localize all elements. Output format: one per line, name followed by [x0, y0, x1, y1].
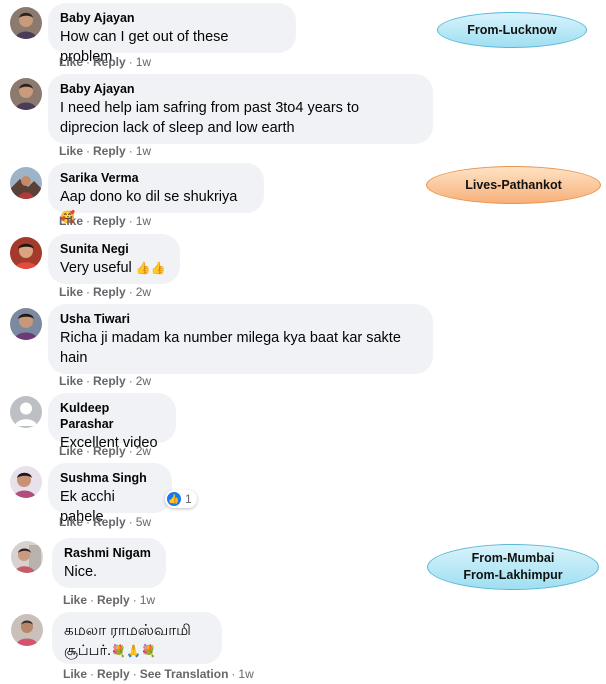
tag-label: From-Mumbai [471, 551, 555, 565]
reply-link[interactable]: Reply [93, 285, 126, 299]
comment-actions: Like · Reply · 1w [59, 214, 152, 228]
comment-text: Nice. [64, 564, 98, 580]
comment-bubble: Sarika Verma Aap dono ko dil se shukriya… [48, 163, 264, 224]
tag-label: From-Lakhimpur [463, 568, 563, 582]
thumbs-up-emoji: 👍👍 [135, 261, 166, 275]
timestamp[interactable]: 5w [136, 515, 151, 529]
commenter-name[interactable]: Rashmi Nigam [64, 545, 154, 561]
comment-text: Aap dono ko dil se shukriya [60, 189, 238, 205]
avatar[interactable] [10, 308, 42, 340]
commenter-name[interactable]: Sarika Verma [60, 170, 252, 186]
comment-text: I need help iam safring from past 3to4 y… [60, 100, 360, 136]
like-link[interactable]: Like [59, 444, 83, 458]
like-link[interactable]: Like [63, 593, 87, 607]
like-link[interactable]: Like [59, 285, 83, 299]
avatar[interactable] [10, 78, 42, 110]
comment-text-wrap: Very useful 👍👍 [60, 258, 168, 278]
like-link[interactable]: Like [63, 667, 87, 681]
reaction-count: 1 [185, 492, 192, 506]
comment-text-wrap: சூப்பர்.💐🙏💐 [64, 641, 210, 661]
timestamp[interactable]: 1w [136, 214, 151, 228]
timestamp[interactable]: 1w [238, 667, 253, 681]
tag-label: Lives-Pathankot [465, 177, 562, 192]
comment-bubble: கமலா ராமஸ்வாமி சூப்பர்.💐🙏💐 [52, 612, 222, 664]
comment-bubble: Sunita Negi Very useful 👍👍 [48, 234, 180, 284]
avatar[interactable] [10, 167, 42, 199]
avatar[interactable] [10, 237, 42, 269]
like-link[interactable]: Like [59, 374, 83, 388]
timestamp[interactable]: 2w [136, 444, 151, 458]
comment-text: Very useful [60, 260, 132, 276]
comment-actions: Like · Reply · 1w [59, 144, 152, 158]
commenter-name[interactable]: Sushma Singh [60, 470, 160, 486]
comment-bubble: Baby Ajayan I need help iam safring from… [48, 74, 433, 144]
commenter-name[interactable]: Baby Ajayan [60, 10, 284, 26]
avatar[interactable] [11, 541, 43, 573]
reply-link[interactable]: Reply [93, 515, 126, 529]
timestamp[interactable]: 1w [136, 55, 151, 69]
reply-link[interactable]: Reply [93, 144, 126, 158]
location-tag-mumbai-lakhimpur: From-Mumbai From-Lakhimpur [427, 544, 599, 590]
reaction-badge[interactable]: 👍 1 [165, 490, 197, 508]
location-tag-pathankot: Lives-Pathankot [426, 166, 601, 204]
avatar[interactable] [11, 614, 43, 646]
comment-actions: Like · Reply · 5w [59, 515, 152, 529]
commenter-name[interactable]: கமலா ராமஸ்வாமி [64, 621, 210, 641]
avatar[interactable] [10, 7, 42, 39]
comment-actions: Like · Reply · 1w [59, 55, 152, 69]
avatar[interactable] [10, 466, 42, 498]
see-translation-link[interactable]: See Translation [140, 667, 229, 681]
comment-text: சூப்பர். [64, 643, 112, 659]
comment-actions: Like · Reply · See Translation · 1w [63, 667, 254, 681]
like-link[interactable]: Like [59, 214, 83, 228]
location-tag-lucknow: From-Lucknow [437, 12, 587, 48]
reply-link[interactable]: Reply [93, 444, 126, 458]
comment-bubble: Baby Ajayan How can I get out of these p… [48, 3, 296, 65]
comment-actions: Like · Reply · 1w [63, 593, 156, 607]
like-link[interactable]: Like [59, 55, 83, 69]
timestamp[interactable]: 1w [136, 144, 151, 158]
comment-text: Richa ji madam ka number milega kya baat… [60, 330, 401, 366]
commenter-name[interactable]: Baby Ajayan [60, 81, 421, 97]
reply-link[interactable]: Reply [97, 593, 130, 607]
reply-link[interactable]: Reply [93, 214, 126, 228]
comment-bubble: Kuldeep Parashar Excellent video [48, 393, 176, 451]
commenter-name[interactable]: Kuldeep Parashar [60, 400, 164, 432]
reply-link[interactable]: Reply [97, 667, 130, 681]
comment-actions: Like · Reply · 2w [59, 444, 152, 458]
comment-bubble: Usha Tiwari Richa ji madam ka number mil… [48, 304, 433, 374]
comment-bubble: Rashmi Nigam Nice. [52, 538, 166, 588]
comment-actions: Like · Reply · 2w [59, 285, 152, 299]
timestamp[interactable]: 2w [136, 374, 151, 388]
timestamp[interactable]: 1w [140, 593, 155, 607]
reply-link[interactable]: Reply [93, 55, 126, 69]
comment-actions: Like · Reply · 2w [59, 374, 152, 388]
commenter-name[interactable]: Usha Tiwari [60, 311, 421, 327]
default-avatar-icon[interactable] [10, 396, 42, 428]
bouquet-folded-hands-emoji: 💐🙏💐 [111, 644, 156, 658]
like-link[interactable]: Like [59, 144, 83, 158]
timestamp[interactable]: 2w [136, 285, 151, 299]
tag-label: From-Lucknow [467, 22, 557, 37]
comment-bubble: Sushma Singh Ek acchi pahele [48, 463, 172, 525]
reply-link[interactable]: Reply [93, 374, 126, 388]
commenter-name[interactable]: Sunita Negi [60, 241, 168, 257]
like-link[interactable]: Like [59, 515, 83, 529]
like-reaction-icon: 👍 [167, 492, 181, 506]
